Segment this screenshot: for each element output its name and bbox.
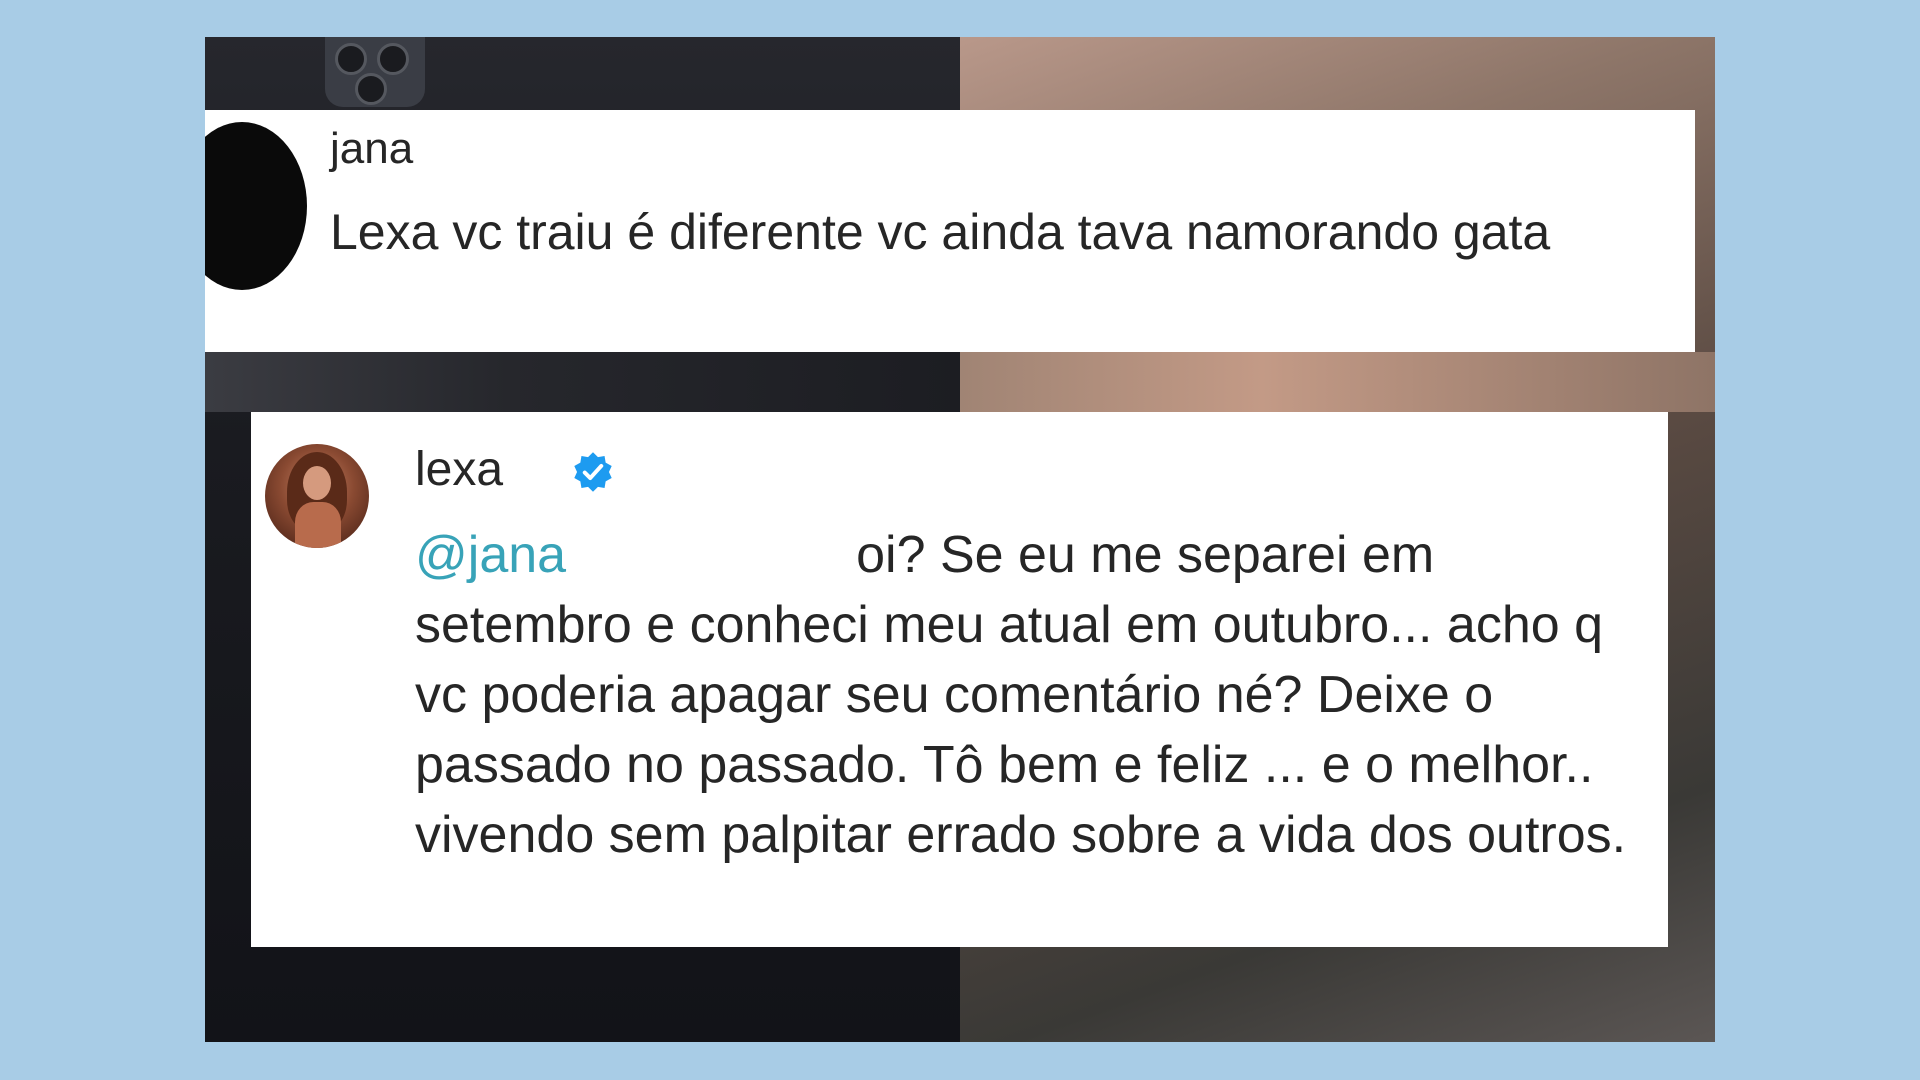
background-strip-left <box>205 352 960 412</box>
reply-text: oi? Se eu me separei em setembro e conhe… <box>415 526 1627 864</box>
camera-lens <box>355 73 387 105</box>
comment-text: Lexa vc traiu é diferente vc ainda tava … <box>330 204 1551 260</box>
background-strip-right <box>960 352 1715 412</box>
comment-jana: jana Lexa vc traiu é diferente vc ainda … <box>205 110 1695 352</box>
avatar[interactable] <box>205 122 307 290</box>
camera-lens <box>377 43 409 75</box>
verified-badge-icon <box>574 452 612 492</box>
comment-lexa: lexa @jana oi? Se eu me separei em setemb… <box>251 412 1668 947</box>
comment-text: @jana oi? Se eu me separei em setembro e … <box>415 520 1655 870</box>
camera-lens <box>335 43 367 75</box>
comment-username[interactable]: lexa <box>415 442 503 497</box>
comment-username[interactable]: jana <box>330 124 413 174</box>
phone-camera <box>325 37 425 107</box>
screenshot-frame: jana Lexa vc traiu é diferente vc ainda … <box>205 37 1715 1042</box>
avatar[interactable] <box>265 444 369 548</box>
mention-link[interactable]: @jana <box>415 526 566 584</box>
